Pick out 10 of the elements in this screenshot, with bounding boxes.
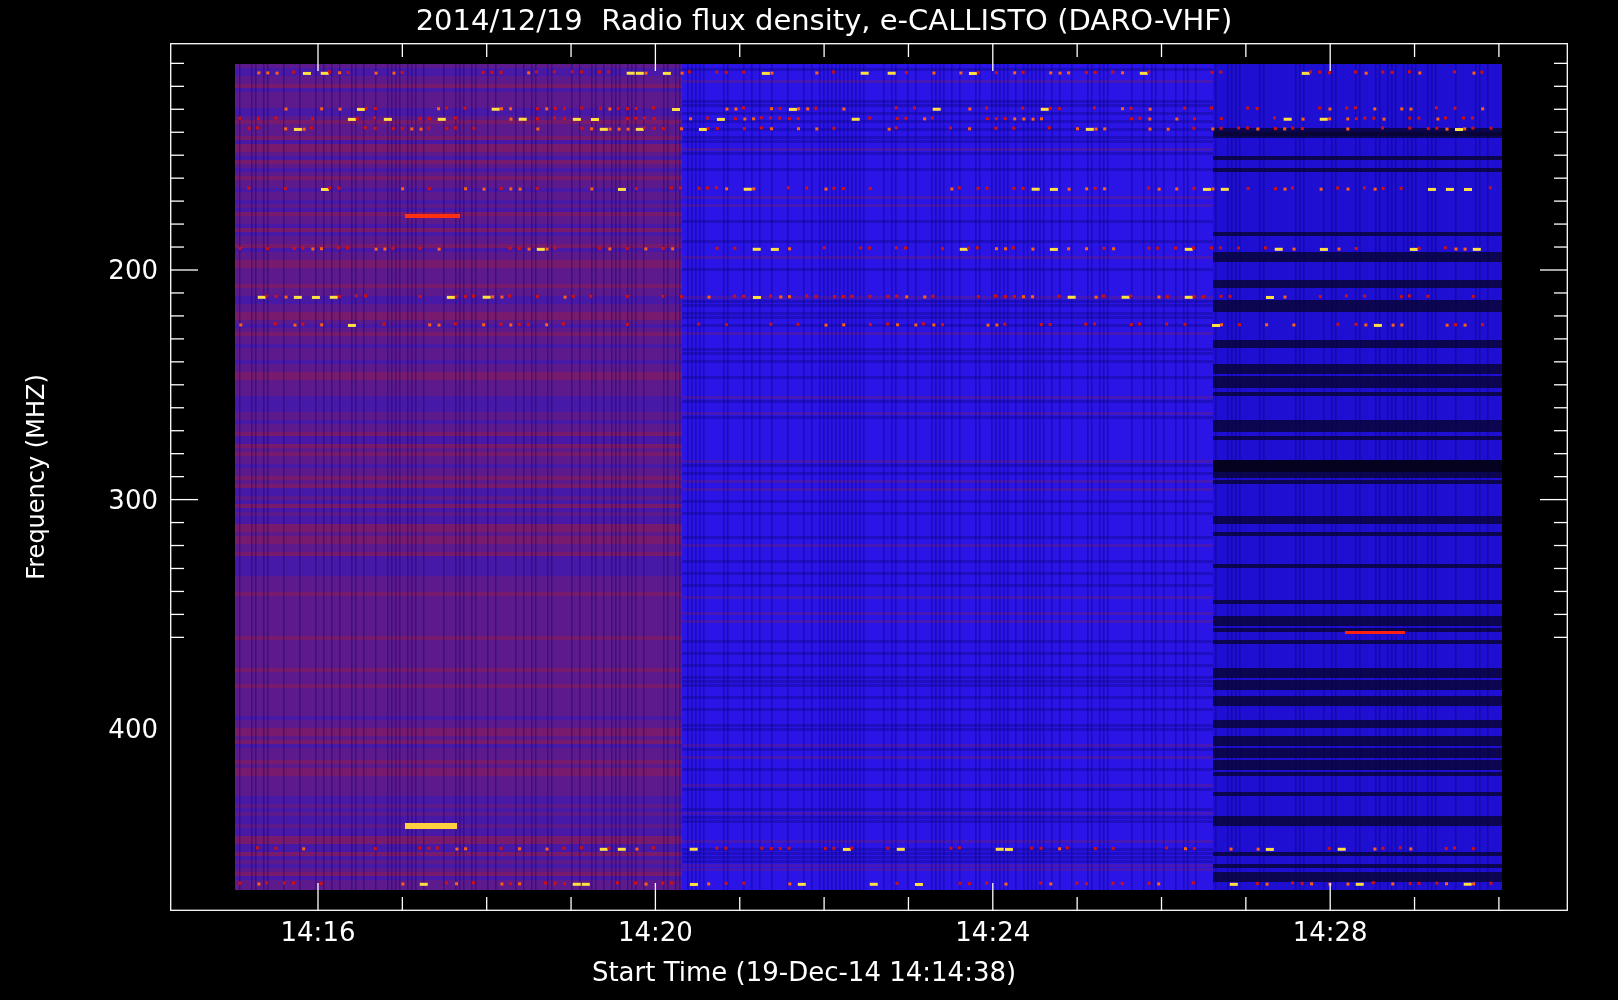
x-tick-label: 14:16 [280,919,356,945]
y-axis-label: Frequency (MHZ) [22,374,50,580]
x-axis-label: Start Time (19-Dec-14 14:14:38) [591,957,1017,989]
x-tick-label: 14:28 [1292,919,1368,945]
y-tick-label: 400 [108,716,158,743]
y-tick-label: 200 [108,257,158,283]
chart-title: 2014/12/19 Radio flux density, e-CALLISTO (DARO-VHF) [415,6,1233,35]
x-tick-label: 14:20 [617,919,693,945]
x-tick-label: 14:24 [955,919,1031,945]
y-tick-label: 300 [108,486,158,513]
